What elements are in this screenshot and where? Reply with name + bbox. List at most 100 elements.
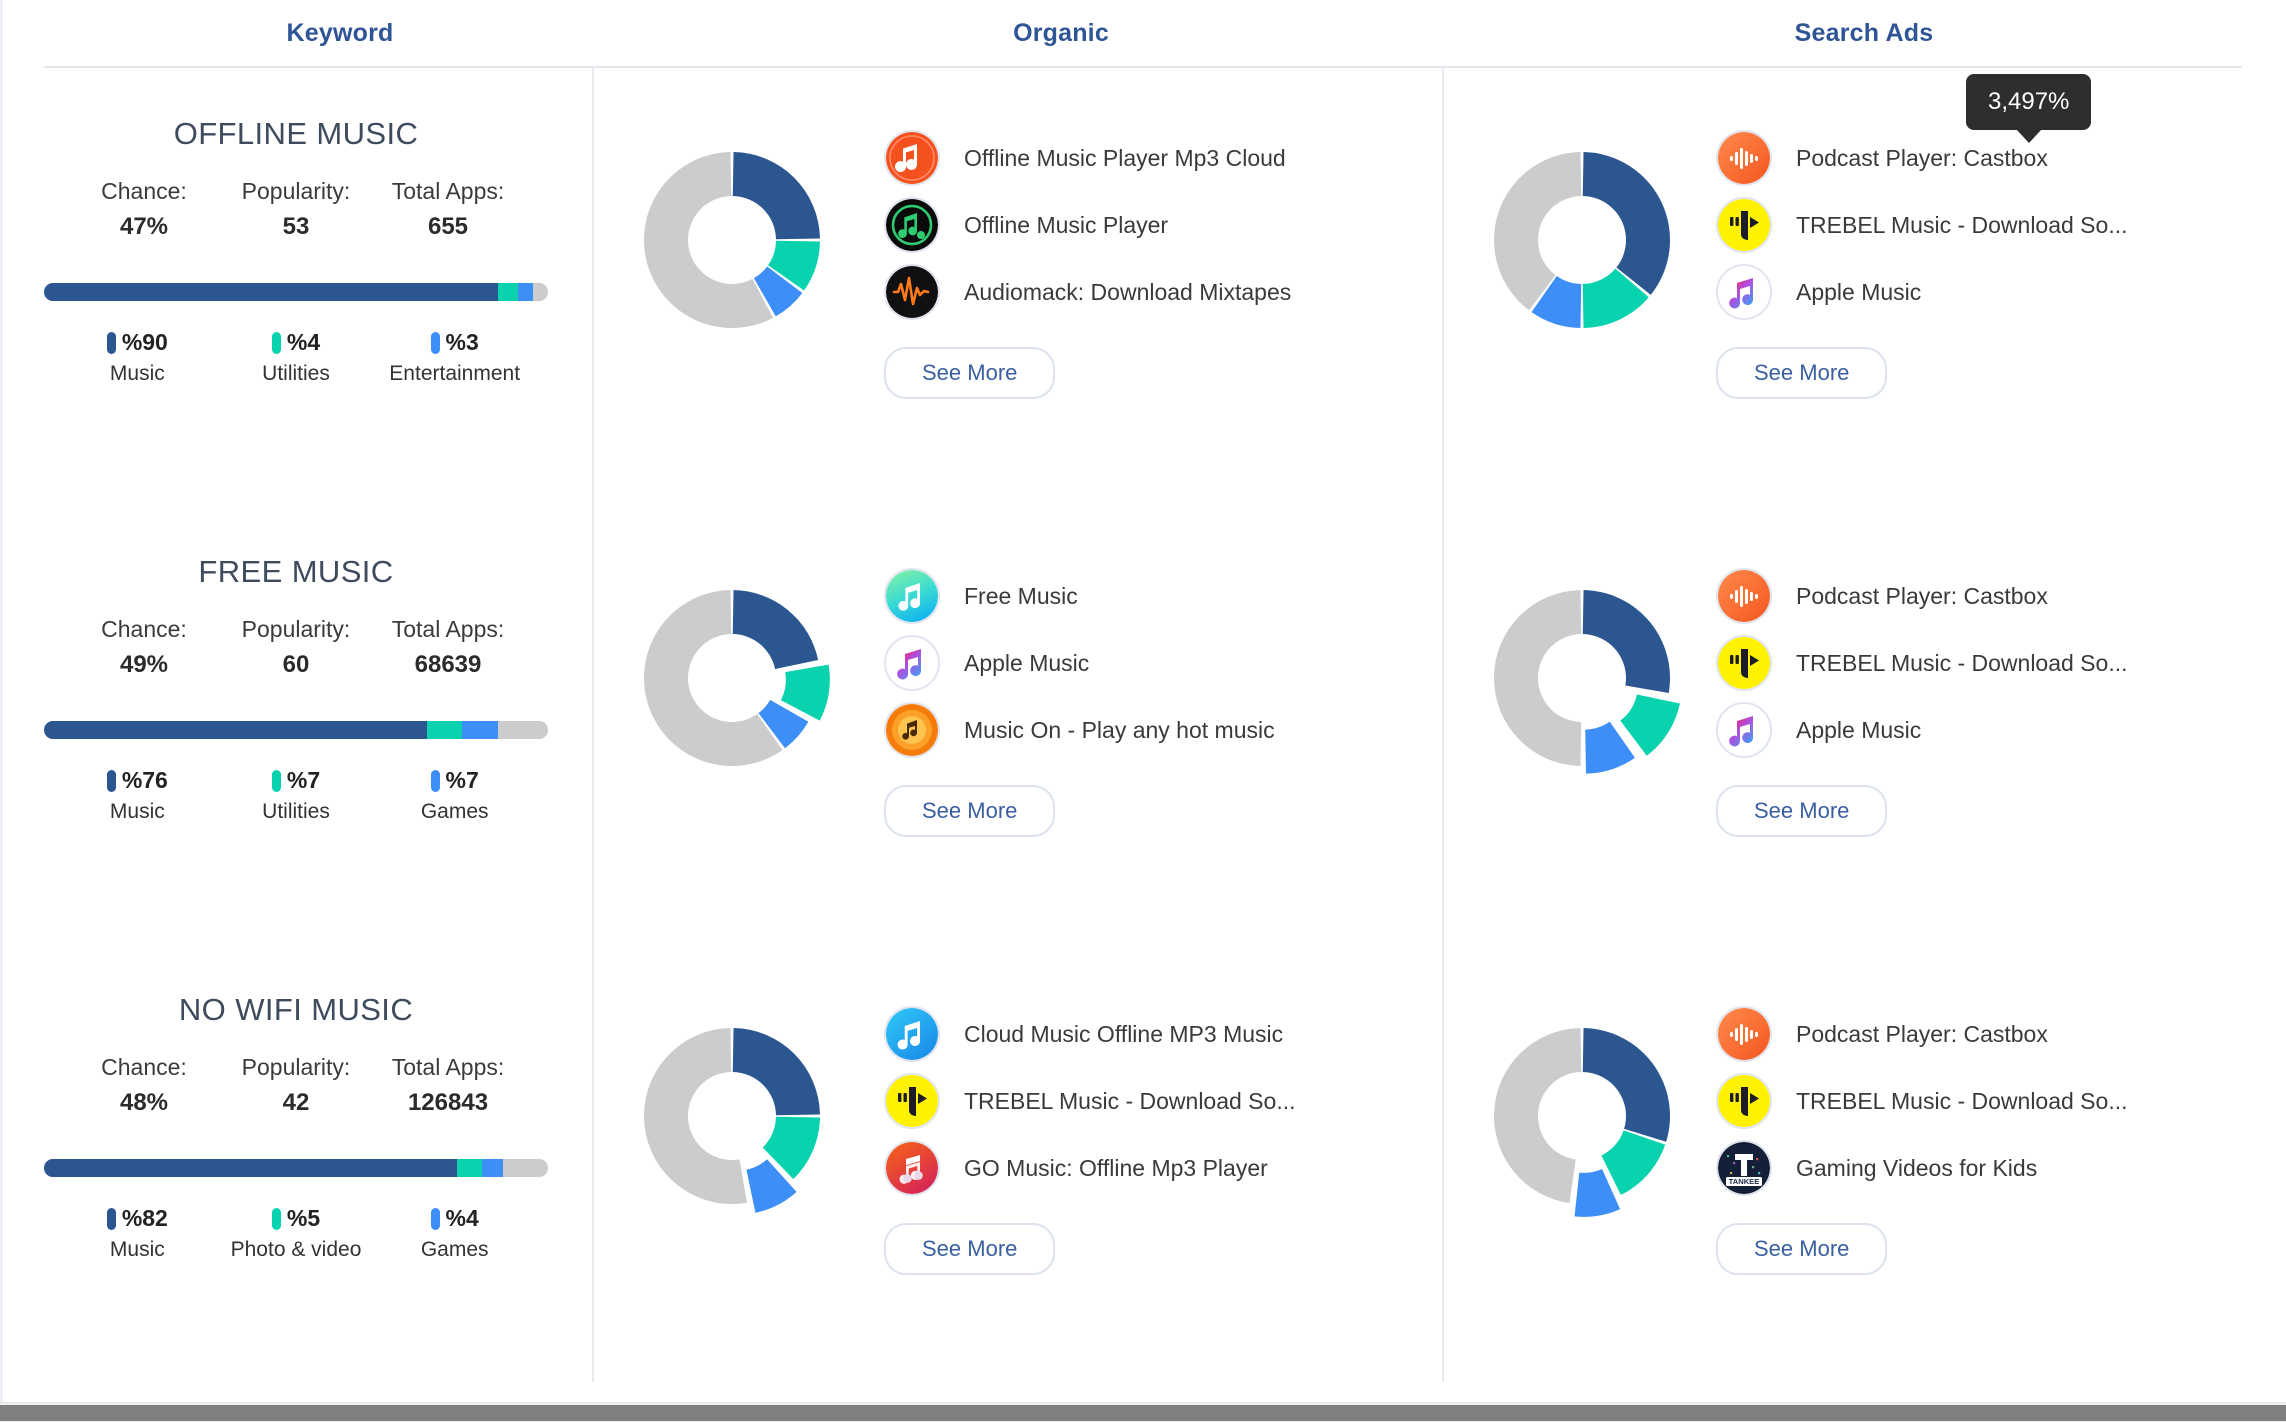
app-list-item[interactable]: TREBEL Music - Download So... [1716, 197, 2128, 253]
category-distribution-bar [44, 283, 548, 301]
app-list-item[interactable]: Apple Music [884, 635, 1275, 691]
organic-see-more-button[interactable]: See More [884, 1223, 1056, 1275]
category-legend: %82 Music %5 Photo & video %4 Games [44, 1205, 548, 1262]
search-ads-see-more-button[interactable]: See More [1716, 1223, 1888, 1275]
organic-app-list: Free Music Apple Music Music On - Play a… [884, 568, 1275, 837]
distribution-bar-segment [457, 1159, 483, 1177]
organic-see-more-button[interactable]: See More [884, 347, 1056, 399]
app-list-item[interactable]: Offline Music Player [884, 197, 1291, 253]
stat-total-apps: Total Apps: 68639 [378, 616, 518, 679]
legend-category: Entertainment [389, 362, 521, 385]
stat-total-apps: Total Apps: 655 [378, 178, 518, 241]
category-distribution-bar [44, 721, 548, 739]
app-name: Offline Music Player Mp3 Cloud [964, 144, 1286, 171]
apple-music-icon [1716, 702, 1772, 758]
search-ads-donut-chart [1472, 130, 1692, 350]
legend-color-dot [271, 1207, 281, 1230]
column-header-keyword[interactable]: Keyword [44, 19, 636, 48]
stat-popularity-value: 60 [282, 651, 310, 678]
stat-total-apps-value: 68639 [414, 651, 482, 678]
app-list-item[interactable]: Cloud Music Offline MP3 Music [884, 1006, 1296, 1062]
apple-music-icon [1716, 264, 1772, 320]
distribution-bar-segment [532, 283, 548, 301]
category-legend-item: %7 Games [375, 767, 534, 824]
stat-popularity: Popularity: 60 [226, 616, 366, 679]
app-name: TREBEL Music - Download So... [1796, 211, 2128, 238]
search-ads-cell: Podcast Player: Castbox TREBEL Music - D… [1442, 68, 2198, 506]
legend-category: Music [109, 362, 165, 385]
app-list-item[interactable]: Podcast Player: Castbox [1716, 1006, 2128, 1062]
column-header-organic[interactable]: Organic [636, 19, 1486, 48]
stat-popularity: Popularity: 53 [226, 178, 366, 241]
organic-donut-chart [622, 568, 842, 788]
app-list-item[interactable]: TREBEL Music - Download So... [1716, 635, 2128, 691]
app-list-item[interactable]: Audiomack: Download Mixtapes [884, 264, 1291, 320]
app-name: Gaming Videos for Kids [1796, 1154, 2038, 1181]
app-list-item[interactable]: Apple Music [1716, 702, 2128, 758]
music-on-icon [884, 702, 940, 758]
category-legend: %76 Music %7 Utilities %7 Games [44, 767, 548, 824]
distribution-bar-segment [497, 283, 518, 301]
stat-total-apps-value: 126843 [407, 1089, 489, 1116]
donut-chart-svg [1494, 1028, 1670, 1217]
castbox-icon [1716, 1006, 1772, 1062]
horizontal-scrollbar[interactable] [0, 1402, 2286, 1422]
app-list-item[interactable]: TREBEL Music - Download So... [884, 1073, 1296, 1129]
app-name: TREBEL Music - Download So... [964, 1087, 1296, 1114]
distribution-bar-segment [427, 721, 463, 739]
tankee-icon: TANKEE [1716, 1140, 1772, 1196]
search-ads-cell: Podcast Player: Castbox TREBEL Music - D… [1442, 944, 2198, 1382]
organic-app-list: Offline Music Player Mp3 Cloud Offline M… [884, 130, 1291, 399]
stat-chance-value: 48% [119, 1089, 169, 1116]
legend-category: Utilities [262, 362, 330, 385]
svg-text:TANKEE: TANKEE [1729, 1177, 1760, 1186]
legend-category: Photo & video [230, 1238, 362, 1261]
search-ads-see-more-button[interactable]: See More [1716, 347, 1888, 399]
organic-app-list: Cloud Music Offline MP3 Music TREBEL Mus… [884, 1006, 1296, 1275]
stat-popularity-label: Popularity: [241, 178, 351, 204]
keyword-title: FREE MUSIC [198, 554, 394, 589]
organic-see-more-button[interactable]: See More [884, 785, 1056, 837]
app-name: Offline Music Player [964, 211, 1169, 238]
distribution-bar-segment [482, 1159, 503, 1177]
search-ads-donut-chart [1472, 1006, 1692, 1226]
keyword-stats: Chance: 47% Popularity: 53 Total Apps: 6… [44, 178, 548, 241]
app-list-item[interactable]: Apple Music [1716, 264, 2128, 320]
rows-container: OFFLINE MUSIC Chance: 47% Popularity: 53… [0, 68, 2286, 1382]
search-ads-see-more-button[interactable]: See More [1716, 785, 1888, 837]
distribution-bar-segment [44, 721, 428, 739]
app-list-item[interactable]: Music On - Play any hot music [884, 702, 1275, 758]
keyword-stats: Chance: 49% Popularity: 60 Total Apps: 6… [44, 616, 548, 679]
app-list-item[interactable]: Offline Music Player Mp3 Cloud [884, 130, 1291, 186]
stat-chance: Chance: 48% [74, 1054, 214, 1117]
keyword-title: OFFLINE MUSIC [173, 116, 419, 151]
apple-music-icon [884, 635, 940, 691]
category-legend-item: %4 Utilities [217, 329, 376, 386]
category-distribution-bar [44, 1159, 548, 1177]
legend-percent: %7 [286, 767, 321, 793]
app-name: GO Music: Offline Mp3 Player [964, 1154, 1268, 1181]
horizontal-scrollbar-thumb[interactable] [0, 1405, 2286, 1421]
app-list-item[interactable]: Podcast Player: Castbox [1716, 568, 2128, 624]
keyword-analysis-page: Keyword Organic Search Ads 3,497% OFFLIN… [0, 0, 2286, 1422]
trebel-icon [884, 1073, 940, 1129]
category-legend-item: %82 Music [58, 1205, 217, 1262]
app-list-item[interactable]: Free Music [884, 568, 1275, 624]
waveform-black-icon [884, 264, 940, 320]
legend-color-dot [271, 331, 281, 354]
legend-color-dot [430, 769, 440, 792]
stat-popularity-value: 53 [282, 213, 310, 240]
keyword-row: FREE MUSIC Chance: 49% Popularity: 60 To… [0, 506, 2286, 944]
stat-total-apps-label: Total Apps: [391, 178, 505, 204]
app-list-item[interactable]: TREBEL Music - Download So... [1716, 1073, 2128, 1129]
app-list-item[interactable]: Podcast Player: Castbox [1716, 130, 2128, 186]
app-list-item[interactable]: GO Music: Offline Mp3 Player [884, 1140, 1296, 1196]
column-header-search-ads[interactable]: Search Ads [1486, 19, 2242, 48]
tooltip-value: 3,497% [1988, 88, 2070, 115]
note-orange-icon [884, 130, 940, 186]
organic-cell: Free Music Apple Music Music On - Play a… [592, 506, 1442, 944]
stat-popularity: Popularity: 42 [226, 1054, 366, 1117]
stat-total-apps-label: Total Apps: [391, 616, 505, 642]
app-list-item[interactable]: TANKEE Gaming Videos for Kids [1716, 1140, 2128, 1196]
app-name: Cloud Music Offline MP3 Music [964, 1020, 1284, 1047]
